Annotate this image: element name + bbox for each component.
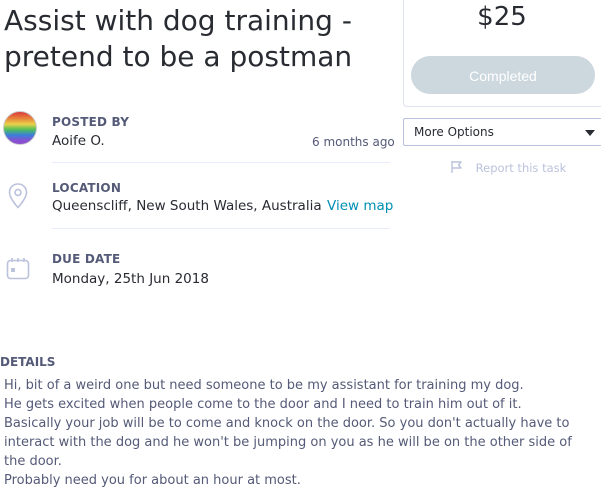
caret-down-icon [585, 130, 595, 136]
report-task-link[interactable]: Report this task [450, 160, 566, 175]
due-date-value: Monday, 25th Jun 2018 [52, 271, 209, 287]
location-value: Queenscliff, New South Wales, Australia [52, 198, 322, 214]
more-options-dropdown[interactable]: More Options [403, 118, 601, 146]
avatar[interactable] [3, 111, 37, 145]
description-line: Probably need you for about an hour at m… [4, 473, 301, 488]
details-heading: DETAILS [0, 355, 56, 369]
task-title: Assist with dog training - pretend to be… [4, 4, 353, 73]
description-line: Hi, bit of a weird one but need someone … [4, 378, 524, 393]
task-description: Hi, bit of a weird one but need someone … [4, 376, 596, 490]
calendar-icon [6, 257, 30, 285]
more-options-label: More Options [414, 125, 494, 139]
poster-name-link[interactable]: Aoife O. [52, 133, 105, 149]
description-line: Basically your job will be to come and k… [4, 416, 572, 469]
divider [52, 162, 390, 163]
location-label: LOCATION [52, 181, 122, 195]
report-label: Report this task [475, 161, 567, 175]
due-date-label: DUE DATE [52, 252, 121, 266]
posted-time: 6 months ago [312, 135, 395, 149]
flag-icon [450, 161, 476, 175]
divider [52, 228, 390, 229]
completed-button[interactable]: Completed [411, 56, 595, 94]
posted-by-label: POSTED BY [52, 115, 130, 129]
description-line: He gets excited when people come to the … [4, 397, 522, 412]
map-pin-icon [8, 183, 28, 213]
task-price: $25 [477, 2, 527, 32]
view-map-link[interactable]: View map [327, 198, 393, 214]
